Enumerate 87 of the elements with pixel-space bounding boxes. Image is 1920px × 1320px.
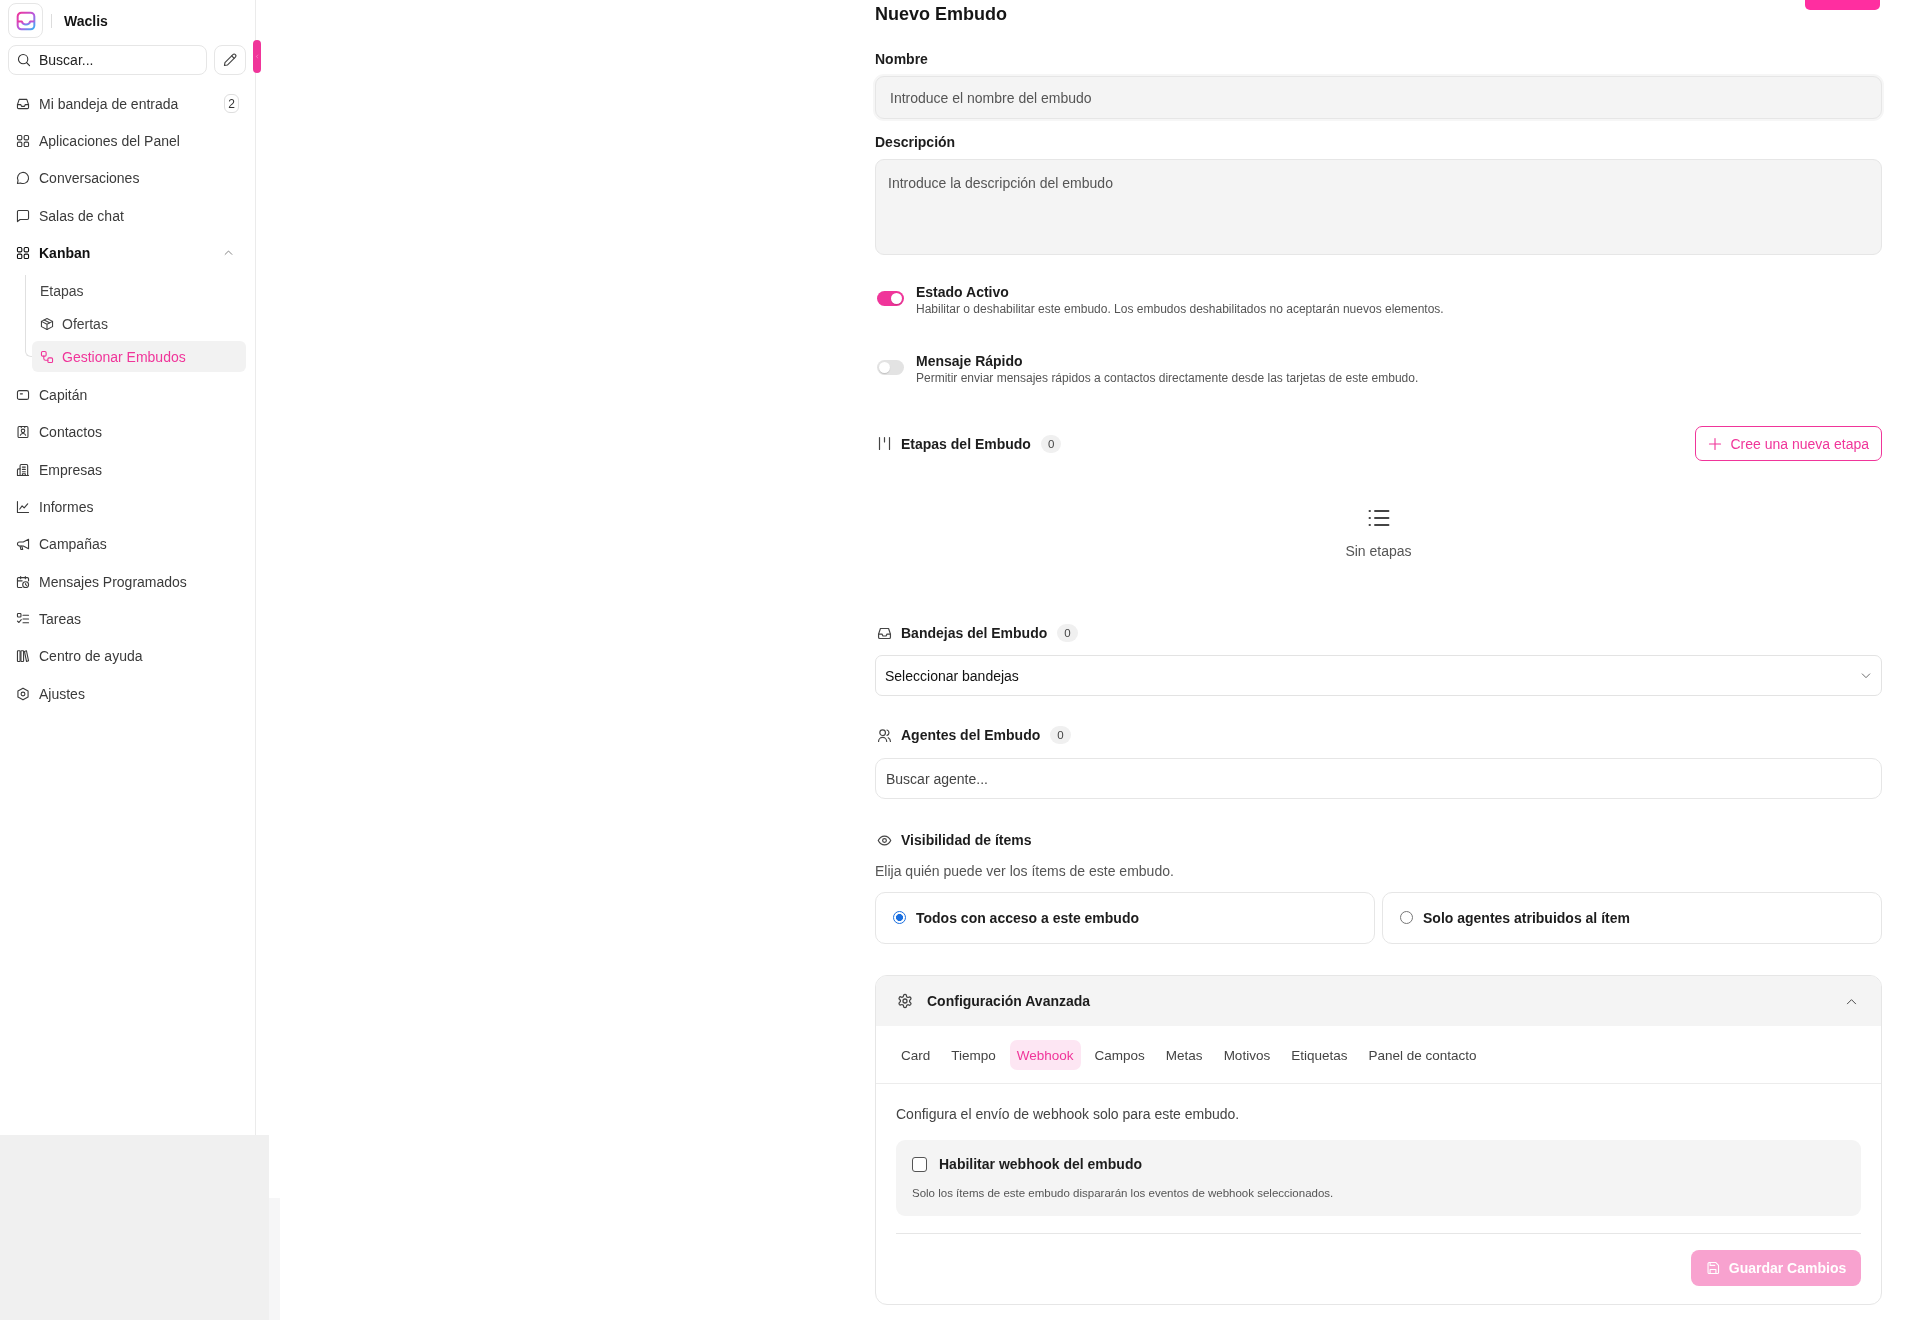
description-text: Configura el envío de webhook solo para este embudo. [896,1105,1241,1123]
card-icon [16,388,30,403]
count-badge: 2 [224,94,239,114]
grid-icon [16,133,30,148]
field-label: Descripción [875,133,957,151]
count-badge: 0 [1057,624,1078,642]
toggle-label: Mensaje Rápido [916,352,1024,370]
nav-item[interactable]: Mi bandeja de entrada 2 [0,85,255,123]
section-title: Visibilidad de ítems [901,832,1032,848]
panel-header[interactable]: Configuración Avanzada [876,976,1881,1026]
contact-card-icon [16,425,30,440]
collapse-handle[interactable] [253,40,261,73]
pencil-icon [223,53,237,67]
compose-button[interactable] [214,45,246,75]
select-field[interactable]: Seleccionar bandejas [875,655,1882,696]
nav-item[interactable]: Capitán [0,376,255,414]
eye-icon [877,832,892,848]
calendar-clock-icon [16,574,30,589]
text-area[interactable]: Introduce la descripción del embudo [875,159,1882,255]
tab[interactable]: Panel de contacto [1361,1040,1484,1070]
nav-item[interactable]: Kanban [0,234,255,272]
tab[interactable]: Etiquetas [1284,1040,1355,1070]
checkbox[interactable] [912,1156,927,1172]
add-stage-button[interactable]: Cree una nueva etapa [1695,426,1882,461]
megaphone-icon [16,537,30,552]
radio-option[interactable]: Todos con acceso a este embudo [875,892,1375,944]
toggle-description: Permitir enviar mensajes rápidos a contactos directamente desde las tarjetas de este embudo. [916,370,1419,386]
tab[interactable]: Campos [1087,1040,1152,1070]
nav-item[interactable]: Empresas [0,451,255,489]
toggle-switch[interactable] [877,360,904,375]
nav-item[interactable]: Centro de ayuda [0,637,255,675]
chevron-left-icon [255,54,259,59]
inbox-icon [16,96,30,111]
save-icon [1705,1261,1720,1275]
inbox-icon [877,625,892,641]
count-badge: 0 [1040,434,1062,453]
nav-item[interactable]: Informes [0,488,255,526]
nav-item[interactable]: Campañas [0,525,255,563]
nav-item[interactable]: Ofertas [32,308,246,340]
settings-icon [897,993,913,1009]
radio-button[interactable] [1400,910,1413,924]
building-icon [16,462,30,477]
nav-item[interactable]: Ajustes [0,674,255,713]
chat-bubble-icon [16,171,30,186]
logo-icon [8,3,43,38]
section-title: Bandejas del Embudo [901,625,1048,641]
radio-button[interactable] [893,910,906,924]
count-badge: 0 [1050,726,1071,744]
grid-icon [16,245,30,260]
columns-icon [877,436,892,451]
checkbox-label: Habilitar webhook del embudo [939,1156,1143,1172]
section-title: Etapas del Embudo [901,435,1031,452]
tab[interactable]: Tiempo [944,1040,1003,1070]
line-chart-icon [16,500,30,514]
text-input[interactable]: Introduce el nombre del embudo [875,76,1882,119]
toggle-label: Estado Activo [916,283,1010,301]
plus-icon [1708,436,1723,451]
description-text: Elija quién puede ver los ítems de este embudo. [875,862,1175,880]
chevron-down-icon [1861,670,1871,681]
tab[interactable]: Card [894,1040,938,1070]
package-icon [40,317,54,331]
radio-option[interactable]: Solo agentes atribuidos al ítem [1382,892,1882,944]
nav-item[interactable]: Mensajes Programados [0,562,255,601]
search-field[interactable]: Buscar... [8,45,207,75]
nav-item[interactable]: Salas de chat [0,196,255,235]
hint-text: Solo los ítems de este embudo dispararán los eventos de webhook seleccionados. [912,1186,1335,1201]
tab[interactable]: Motivos [1216,1040,1278,1070]
nodes-icon [40,350,54,364]
tab[interactable]: Metas [1158,1040,1210,1070]
nav-item[interactable]: Tareas [0,600,255,638]
brand-name: Waclis [64,12,108,29]
checklist-icon [16,611,30,626]
search-icon [17,53,31,67]
nav-item[interactable]: Contactos [0,413,255,452]
page-title: Nuevo Embudo [875,3,1007,25]
search-field[interactable]: Buscar agente... [875,758,1882,799]
empty-state-text: Sin etapas [1345,542,1412,560]
section-title: Agentes del Embudo [901,727,1041,743]
users-icon [877,727,892,743]
nav-item[interactable]: Conversaciones [0,159,255,197]
nav-item[interactable]: Aplicaciones del Panel [0,122,255,160]
books-icon [16,649,30,664]
nav-item[interactable]: Etapas [32,275,246,307]
field-label: Nombre [875,50,929,68]
toggle-description: Habilitar o deshabilitar este embudo. Los embudos deshabilitados no aceptarán nuevos elementos. [916,301,1444,317]
toggle-switch[interactable] [877,291,904,306]
settings-icon [16,686,30,701]
